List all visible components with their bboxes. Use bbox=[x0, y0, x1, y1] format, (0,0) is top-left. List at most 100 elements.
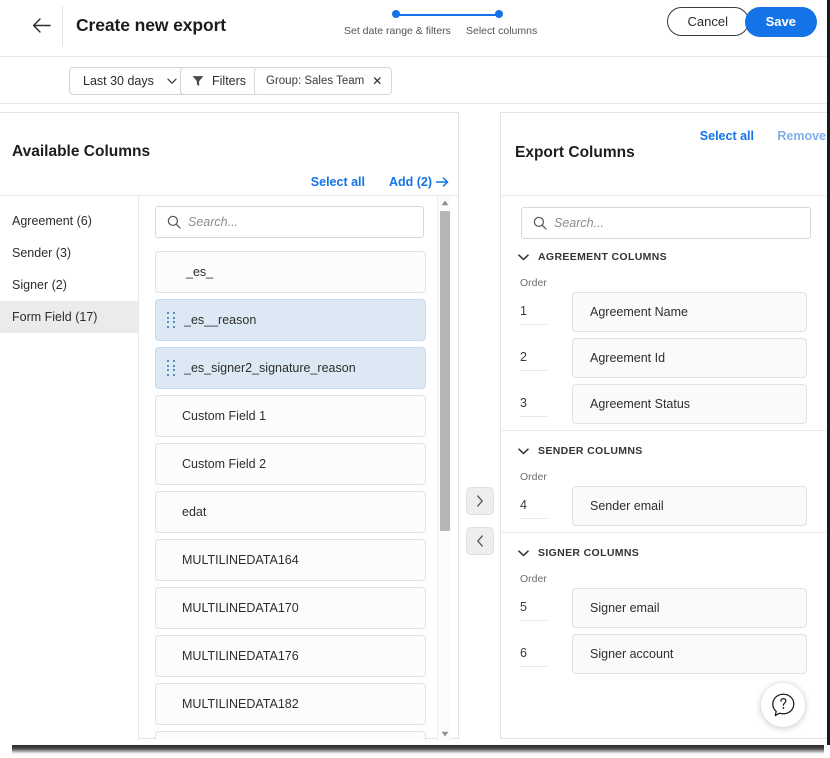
available-panel-title: Available Columns bbox=[12, 143, 150, 161]
available-search-input[interactable] bbox=[188, 215, 423, 229]
available-column-item[interactable]: MULTILINEDATA164 bbox=[155, 539, 426, 581]
date-range-dropdown[interactable]: Last 30 days bbox=[69, 67, 188, 95]
category-item-form-field[interactable]: Form Field (17) bbox=[0, 301, 138, 333]
category-item-signer[interactable]: Signer (2) bbox=[0, 269, 138, 301]
filter-chip-label: Group: Sales Team bbox=[266, 75, 364, 87]
filters-button[interactable]: Filters bbox=[180, 67, 258, 95]
export-group-header[interactable]: AGREEMENT COLUMNS bbox=[501, 246, 830, 268]
order-input[interactable]: 4 bbox=[520, 492, 547, 519]
available-column-item[interactable]: _es__reason bbox=[155, 299, 426, 341]
question-bubble-icon bbox=[770, 692, 797, 719]
export-column-row: 2 Agreement Id bbox=[501, 338, 830, 378]
available-column-label: Custom Field 1 bbox=[156, 409, 266, 423]
export-column-chip[interactable]: Agreement Id bbox=[572, 338, 807, 378]
back-button[interactable] bbox=[24, 8, 58, 42]
export-group-header[interactable]: SIGNER COLUMNS bbox=[501, 542, 830, 564]
arrow-left-icon bbox=[32, 18, 51, 33]
export-column-chip[interactable]: Sender email bbox=[572, 486, 807, 526]
search-icon bbox=[167, 215, 181, 229]
export-panel-body: AGREEMENT COLUMNS Order 1 Agreement Name… bbox=[501, 196, 830, 740]
order-input[interactable]: 6 bbox=[520, 640, 547, 667]
export-columns-panel: Export Columns Select all Remove bbox=[500, 112, 830, 739]
available-list-scrollbar[interactable] bbox=[437, 196, 451, 740]
available-column-item[interactable]: Custom Field 1 bbox=[155, 395, 426, 437]
available-column-item[interactable]: edat bbox=[155, 491, 426, 533]
export-column-row: 1 Agreement Name bbox=[501, 292, 830, 332]
export-column-label: Signer account bbox=[573, 647, 673, 661]
available-search-box[interactable] bbox=[155, 206, 424, 238]
available-panel-body: Agreement (6) Sender (3) Signer (2) Form… bbox=[0, 196, 458, 740]
export-group-agreement: AGREEMENT COLUMNS Order 1 Agreement Name… bbox=[501, 246, 830, 424]
available-column-item[interactable]: Custom Field 2 bbox=[155, 443, 426, 485]
export-select-all-link[interactable]: Select all bbox=[700, 129, 754, 143]
stepper-dot-1[interactable] bbox=[392, 10, 400, 18]
available-column-item[interactable]: _es_signer2_signature_reason bbox=[155, 347, 426, 389]
export-column-row: 4 Sender email bbox=[501, 486, 830, 526]
export-group-signer: SIGNER COLUMNS Order 5 Signer email 6 bbox=[501, 532, 830, 674]
available-column-label: edat bbox=[156, 505, 206, 519]
export-group-title: SENDER COLUMNS bbox=[538, 445, 643, 457]
available-column-item[interactable]: MULTILINEDATA182 bbox=[155, 683, 426, 725]
stepper-label-2: Select columns bbox=[466, 25, 537, 37]
export-search-input[interactable] bbox=[554, 216, 810, 230]
available-column-item[interactable] bbox=[155, 731, 426, 740]
scrollbar-thumb[interactable] bbox=[440, 211, 450, 531]
export-search-box[interactable] bbox=[521, 207, 811, 239]
available-column-label: MULTILINEDATA164 bbox=[156, 553, 299, 567]
cancel-button[interactable]: Cancel bbox=[667, 7, 749, 36]
close-icon[interactable]: ✕ bbox=[372, 75, 382, 87]
export-wizard-window: Create new export Set date range & filte… bbox=[0, 0, 830, 745]
order-input[interactable]: 3 bbox=[520, 390, 547, 417]
columns-workspace: Available Columns Select all Add (2) Agr… bbox=[0, 104, 827, 745]
date-range-value: Last 30 days bbox=[83, 74, 154, 88]
available-column-item[interactable]: MULTILINEDATA170 bbox=[155, 587, 426, 629]
export-column-row: 3 Agreement Status bbox=[501, 384, 830, 424]
available-columns-list-region: _es_ _es__reason _es_signer2_signature_r… bbox=[138, 196, 458, 740]
move-to-export-button[interactable] bbox=[466, 487, 494, 515]
move-to-available-button[interactable] bbox=[466, 527, 494, 555]
stepper-dot-2[interactable] bbox=[495, 10, 503, 18]
export-group-sender: SENDER COLUMNS Order 4 Sender email bbox=[501, 430, 830, 526]
available-column-label: Custom Field 2 bbox=[156, 457, 266, 471]
filter-chip-group[interactable]: Group: Sales Team ✕ bbox=[254, 67, 392, 95]
chevron-right-icon bbox=[476, 495, 484, 507]
order-column-label: Order bbox=[501, 471, 830, 483]
add-columns-button[interactable]: Add (2) bbox=[389, 175, 449, 189]
export-column-label: Agreement Name bbox=[573, 305, 688, 319]
order-input[interactable]: 2 bbox=[520, 344, 547, 371]
export-panel-title: Export Columns bbox=[515, 144, 635, 162]
save-button[interactable]: Save bbox=[745, 7, 817, 37]
export-column-row: 6 Signer account bbox=[501, 634, 830, 674]
page-title: Create new export bbox=[76, 8, 226, 42]
export-remove-link[interactable]: Remove bbox=[777, 129, 826, 143]
category-list: Agreement (6) Sender (3) Signer (2) Form… bbox=[0, 196, 139, 740]
export-column-chip[interactable]: Signer email bbox=[572, 588, 807, 628]
app-header: Create new export Set date range & filte… bbox=[0, 0, 827, 57]
export-group-header[interactable]: SENDER COLUMNS bbox=[501, 440, 830, 462]
order-input[interactable]: 1 bbox=[520, 298, 547, 325]
drag-handle-icon[interactable] bbox=[167, 360, 176, 376]
scroll-up-arrow-icon[interactable] bbox=[438, 196, 451, 209]
filters-label: Filters bbox=[212, 74, 246, 88]
export-column-label: Signer email bbox=[573, 601, 659, 615]
export-column-label: Sender email bbox=[573, 499, 664, 513]
available-column-item[interactable]: MULTILINEDATA176 bbox=[155, 635, 426, 677]
export-column-chip[interactable]: Agreement Status bbox=[572, 384, 807, 424]
category-item-agreement[interactable]: Agreement (6) bbox=[0, 205, 138, 237]
filter-toolbar: Last 30 days Filters Group: Sales Team ✕ bbox=[0, 57, 827, 104]
stepper-connector bbox=[396, 14, 499, 17]
export-column-chip[interactable]: Agreement Name bbox=[572, 292, 807, 332]
available-columns-panel: Available Columns Select all Add (2) Agr… bbox=[0, 112, 459, 739]
drag-handle-icon[interactable] bbox=[167, 312, 176, 328]
available-column-item[interactable]: _es_ bbox=[155, 251, 426, 293]
arrow-right-icon bbox=[436, 177, 449, 187]
scroll-down-arrow-icon[interactable] bbox=[438, 727, 451, 740]
order-input[interactable]: 5 bbox=[520, 594, 547, 621]
category-item-sender[interactable]: Sender (3) bbox=[0, 237, 138, 269]
export-column-chip[interactable]: Signer account bbox=[572, 634, 807, 674]
available-column-label: _es__reason bbox=[176, 313, 256, 327]
chevron-down-icon bbox=[518, 448, 529, 455]
window-bottom-shadow bbox=[12, 745, 824, 754]
help-button[interactable] bbox=[761, 683, 805, 727]
available-select-all-link[interactable]: Select all bbox=[311, 175, 365, 189]
